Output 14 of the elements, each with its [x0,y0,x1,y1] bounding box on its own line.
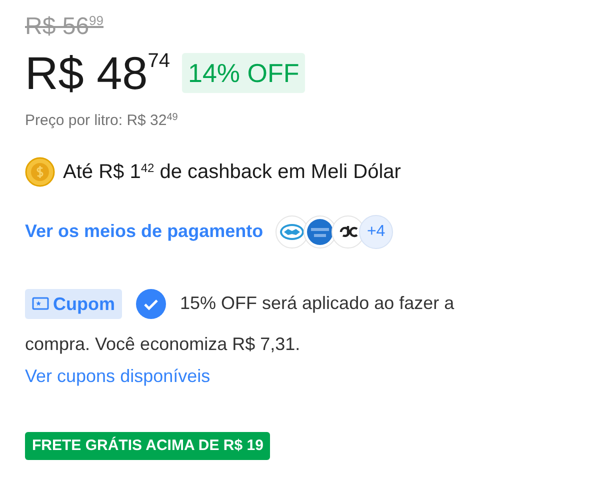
coupon-message-line: 15% OFF será aplicado ao fazer a [180,292,454,315]
ticket-icon [32,297,49,310]
coupon-tag: Cupom [25,288,122,318]
price: R$ 48$^{74}$ [25,46,170,100]
previous-price: R$ 56$^{99}$ [25,12,104,42]
coin-icon [25,156,55,186]
payment-methods-link[interactable]: Ver os meios de pagamento [25,218,264,245]
free-shipping-tag: FRETE GRÁTIS ACIMA DE R$ 19 [25,432,270,460]
more-methods-badge[interactable]: +4 [359,214,394,248]
price-per-liter: Preço por litro: R$ 32$^{49}$ [25,111,178,131]
discount-badge: 14% OFF [182,53,306,93]
cashback-text: Até R$ 1$^{42}$ de cashback em Meli Dólar [63,160,401,184]
view-coupons-link[interactable]: Ver cupons disponíveis [25,362,210,390]
coupon-message-line: compra. Você economiza R$ 7,31. [25,332,300,356]
